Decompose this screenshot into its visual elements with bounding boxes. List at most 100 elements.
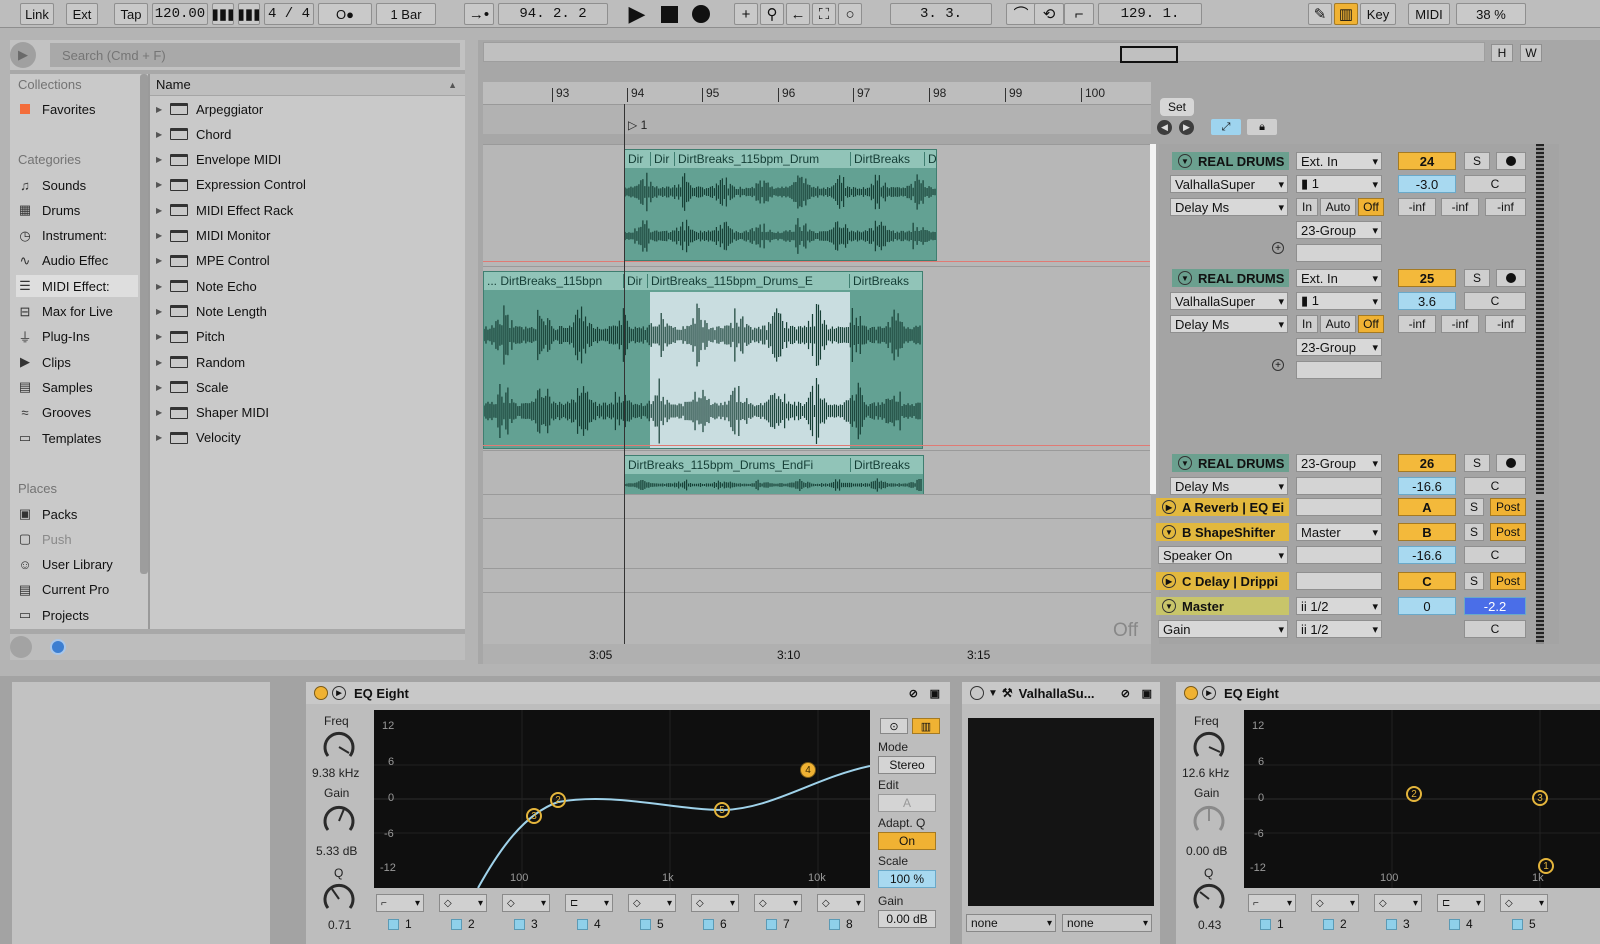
band-enable-toggle[interactable]: 1 bbox=[388, 917, 412, 931]
input-type-select[interactable]: Ext. In bbox=[1296, 269, 1382, 287]
sidebar-item-category[interactable]: ∿ Audio Effec bbox=[16, 250, 138, 272]
input-channel-select[interactable]: ▮ 1 bbox=[1296, 175, 1382, 193]
song-position-field[interactable]: 94. 2. 2 bbox=[498, 3, 608, 25]
output-select[interactable]: 23-Group bbox=[1296, 221, 1382, 239]
device-title-bar[interactable]: ▶ EQ Eight bbox=[1176, 682, 1600, 704]
track-activator-button[interactable]: 24 bbox=[1398, 152, 1456, 170]
link-button[interactable]: Link bbox=[20, 3, 54, 25]
band-filter-type-select[interactable]: ◇ bbox=[1374, 894, 1422, 912]
device-menu-icon[interactable]: ▣ bbox=[1142, 687, 1152, 700]
output-channel-field[interactable] bbox=[1296, 361, 1382, 379]
monitor-in-button[interactable]: In bbox=[1296, 198, 1318, 216]
audio-clip[interactable]: DirtBreaks_115bpm_Drums_EndFi DirtBreaks bbox=[624, 455, 924, 494]
sidebar-item-category[interactable]: ♫ Sounds bbox=[16, 174, 138, 196]
return-output-select[interactable]: Master bbox=[1296, 523, 1382, 541]
sidebar-item-favorites[interactable]: Favorites bbox=[16, 98, 138, 120]
prev-locator-icon[interactable]: ◀ bbox=[1157, 120, 1172, 135]
send-b-field[interactable]: -inf bbox=[1441, 198, 1479, 216]
preview-toggle-icon[interactable] bbox=[10, 636, 32, 658]
sidebar-item-category[interactable]: ▭ Templates bbox=[16, 427, 138, 449]
scale-field[interactable]: 100 % bbox=[878, 870, 936, 888]
metronome-button[interactable]: O● bbox=[318, 3, 372, 25]
fold-track-icon[interactable]: ▶ bbox=[1162, 574, 1176, 588]
band-filter-type-select[interactable]: ⊏ bbox=[1437, 894, 1485, 912]
eq-band-node[interactable]: 1 bbox=[1538, 858, 1554, 874]
list-item[interactable]: ▶ Random bbox=[156, 351, 456, 373]
send-a-field[interactable]: -inf bbox=[1398, 198, 1436, 216]
track-name[interactable]: ▼ REAL DRUMS bbox=[1172, 454, 1289, 472]
fold-track-icon[interactable]: ▼ bbox=[1178, 271, 1192, 285]
monitor-off-button[interactable]: Off bbox=[1358, 198, 1384, 216]
band-filter-type-select[interactable]: ◇ bbox=[817, 894, 865, 912]
mode-select[interactable]: Stereo bbox=[878, 756, 936, 774]
band-enable-toggle[interactable]: 4 bbox=[577, 917, 601, 931]
adaptive-q-toggle[interactable]: On bbox=[878, 832, 936, 850]
eq-graph-1[interactable]: 12 6 0 -6 -12 100 1k 10k 3 2 5 4 bbox=[374, 710, 870, 888]
band-enable-toggle[interactable]: 2 bbox=[1323, 917, 1347, 931]
list-item[interactable]: ▶ Chord bbox=[156, 123, 456, 145]
automation-arm-icon[interactable]: ⚲ bbox=[760, 3, 784, 25]
eq-band-node[interactable]: 5 bbox=[714, 802, 730, 818]
browser-toggle-icon[interactable]: ▶ bbox=[10, 42, 36, 68]
band-filter-type-select[interactable]: ◇ bbox=[754, 894, 802, 912]
return-lane-b[interactable] bbox=[483, 518, 1151, 568]
arm-button[interactable] bbox=[1496, 269, 1526, 287]
expand-arrow-icon[interactable]: ▶ bbox=[156, 383, 170, 392]
band-enable-toggle[interactable]: 7 bbox=[766, 917, 790, 931]
locator-lane[interactable] bbox=[483, 104, 1151, 134]
output-channel-field[interactable] bbox=[1296, 244, 1382, 262]
return-track-name[interactable]: ▶ C Delay | Drippi bbox=[1156, 572, 1289, 590]
list-item[interactable]: ▶ Envelope MIDI bbox=[156, 149, 456, 171]
expand-arrow-icon[interactable]: ▶ bbox=[156, 408, 170, 417]
name-column-header[interactable]: Name ▲ bbox=[150, 74, 465, 96]
eq-graph-2[interactable]: 12 6 0 -6 -12 100 1k 2 3 1 bbox=[1244, 710, 1600, 888]
band-enable-toggle[interactable]: 4 bbox=[1449, 917, 1473, 931]
band-filter-type-select[interactable]: ◇ bbox=[439, 894, 487, 912]
track-device-select[interactable]: Delay Ms bbox=[1170, 315, 1288, 333]
track-device-select[interactable]: Delay Ms bbox=[1170, 477, 1288, 495]
expand-arrow-icon[interactable]: ▶ bbox=[156, 130, 170, 139]
sidebar-item-category[interactable]: ▶ Clips bbox=[16, 351, 138, 373]
list-item[interactable]: ▶ MPE Control bbox=[156, 250, 456, 272]
expand-arrow-icon[interactable]: ▶ bbox=[156, 282, 170, 291]
send-c-field[interactable]: -inf bbox=[1485, 315, 1526, 333]
back-to-arrangement-icon[interactable]: ← bbox=[786, 3, 810, 25]
band-filter-type-select[interactable]: ◇ bbox=[1311, 894, 1359, 912]
nudge-up-icon[interactable]: ▮▮▮ bbox=[238, 3, 260, 25]
device-expand-icon[interactable]: ▶ bbox=[332, 686, 346, 700]
master-volume-field[interactable]: -2.2 bbox=[1464, 597, 1526, 615]
expand-arrow-icon[interactable]: ▶ bbox=[156, 358, 170, 367]
key-map-button[interactable]: Key bbox=[1360, 3, 1396, 25]
headphone-icon[interactable]: ⊙ bbox=[880, 718, 908, 734]
eq-band-node[interactable]: 3 bbox=[1532, 790, 1548, 806]
output-gain-field[interactable]: 0.00 dB bbox=[878, 910, 936, 928]
param-select-2[interactable]: none ▾ bbox=[1062, 914, 1152, 932]
fold-track-icon[interactable]: ▼ bbox=[1178, 456, 1192, 470]
output-select[interactable]: 23-Group bbox=[1296, 454, 1382, 472]
track-instrument-select[interactable]: ValhallaSuper bbox=[1170, 175, 1288, 193]
return-activator-button[interactable]: C bbox=[1398, 572, 1456, 590]
device-expand-icon[interactable]: ▶ bbox=[1202, 686, 1216, 700]
return-track-name[interactable]: ▶ A Reverb | EQ Ei bbox=[1156, 498, 1289, 516]
track-lane-2[interactable]: ... DirtBreaks_115bpn Dir DirtBreaks_115bp… bbox=[483, 266, 1151, 450]
return-output-field[interactable] bbox=[1296, 498, 1382, 516]
output-select[interactable]: 23-Group bbox=[1296, 338, 1382, 356]
monitor-in-button[interactable]: In bbox=[1296, 315, 1318, 333]
overview-strip[interactable] bbox=[483, 42, 1485, 63]
expand-arrow-icon[interactable]: ▶ bbox=[156, 206, 170, 215]
band-filter-type-select[interactable]: ◇ bbox=[691, 894, 739, 912]
device-power-icon[interactable] bbox=[970, 686, 984, 700]
capture-icon[interactable]: ⛶ bbox=[812, 3, 836, 25]
expand-arrow-icon[interactable]: ▶ bbox=[156, 231, 170, 240]
list-item[interactable]: ▶ Pitch bbox=[156, 326, 456, 348]
track-instrument-select[interactable]: ValhallaSuper bbox=[1170, 292, 1288, 310]
expand-arrow-icon[interactable]: ▶ bbox=[156, 105, 170, 114]
list-item[interactable]: ▶ Note Length bbox=[156, 300, 456, 322]
device-title-bar[interactable]: ▼ ⚒ ValhallaSu... ⊘ ▣ bbox=[962, 682, 1160, 704]
fold-track-icon[interactable]: ▼ bbox=[1162, 599, 1176, 613]
master-output-select[interactable]: ii 1/2 bbox=[1296, 620, 1382, 638]
locator-marker[interactable]: ▷ 1 bbox=[628, 118, 647, 132]
play-icon[interactable]: ▶ bbox=[624, 3, 650, 25]
punch-in-icon[interactable]: ⌒ bbox=[1006, 3, 1036, 25]
lock-icon[interactable]: 🔒︎ bbox=[1247, 119, 1277, 135]
